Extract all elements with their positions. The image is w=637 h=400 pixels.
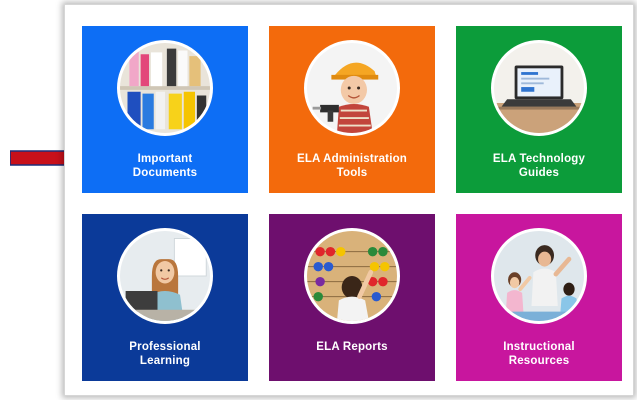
office-binders-shelf-photo <box>117 40 213 136</box>
child-builder-with-drill-photo <box>304 40 400 136</box>
tile-professional-learning[interactable]: Professional Learning <box>82 214 248 381</box>
tile-label-line1: Important <box>137 153 193 165</box>
tile-ela-reports[interactable]: ELA Reports <box>269 214 435 381</box>
tile-label-line2: Resources <box>508 355 570 367</box>
tile-instructional-resources[interactable]: Instructional Resources <box>456 214 622 381</box>
tile-ela-technology-guides[interactable]: ELA Technology Guides <box>456 26 622 193</box>
tile-ela-administration-tools[interactable]: ELA Administration Tools <box>269 26 435 193</box>
tile-label-line2: Guides <box>518 167 560 179</box>
resource-panel: Important Documents ELA Administration T… <box>64 4 634 396</box>
teacher-with-children-photo <box>491 228 587 324</box>
tile-label-line2: Learning <box>139 355 191 367</box>
tile-label-line2: Tools <box>336 167 368 179</box>
tile-label-line2: Documents <box>132 167 198 179</box>
tile-label-line1: ELA Administration <box>296 153 408 165</box>
tile-label-line1: ELA Reports <box>316 341 388 353</box>
tile-label-line1: Instructional <box>503 341 575 353</box>
tile-label-line1: Professional <box>129 341 201 353</box>
tile-label-line1: ELA Technology <box>492 153 586 165</box>
laptop-on-desk-photo <box>491 40 587 136</box>
child-with-abacus-photo <box>304 228 400 324</box>
woman-at-laptop-photo <box>117 228 213 324</box>
tile-important-documents[interactable]: Important Documents <box>82 26 248 193</box>
